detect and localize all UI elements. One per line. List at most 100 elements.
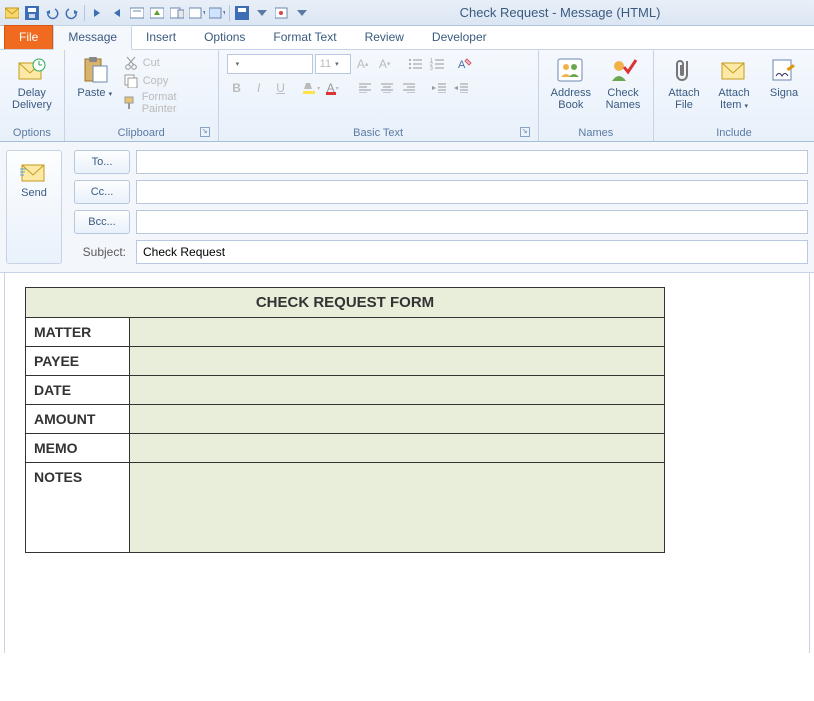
check-names-button[interactable]: Check Names (601, 54, 645, 113)
form-label-amount: AMOUNT (26, 405, 130, 434)
underline-button[interactable]: U (271, 78, 291, 98)
paste-button[interactable]: Paste ▾ (73, 54, 117, 103)
group-label-basic-text: Basic Text↘ (227, 125, 530, 139)
copy-button[interactable]: Copy (123, 72, 210, 90)
undo-icon[interactable] (44, 5, 60, 21)
send-button[interactable]: Send (6, 150, 62, 264)
group-label-names: Names (547, 125, 645, 139)
delay-delivery-button[interactable]: Delay Delivery (8, 54, 56, 113)
check-names-icon (607, 56, 639, 84)
tab-developer[interactable]: Developer (418, 26, 501, 49)
form-value-memo[interactable] (130, 434, 665, 463)
format-painter-button[interactable]: Format Painter (123, 90, 210, 116)
attach-file-button[interactable]: Attach File (662, 54, 706, 113)
form-label-memo: MEMO (26, 434, 130, 463)
subject-label: Subject: (74, 245, 130, 259)
window-title: Check Request - Message (HTML) (310, 5, 810, 20)
tab-review[interactable]: Review (351, 26, 418, 49)
font-color-button[interactable]: A▾ (323, 78, 343, 98)
align-center-button[interactable] (377, 78, 397, 98)
form-label-date: DATE (26, 376, 130, 405)
bold-button[interactable]: B (227, 78, 247, 98)
form-value-date[interactable] (130, 376, 665, 405)
grow-font-button[interactable]: A▴ (353, 54, 373, 74)
attach-item-button[interactable]: Attach Item ▾ (712, 54, 756, 115)
form-label-payee: PAYEE (26, 347, 130, 376)
cc-button[interactable]: Cc... (74, 180, 130, 204)
paste-icon (79, 56, 111, 84)
cut-button[interactable]: Cut (123, 54, 210, 72)
attach-file-icon (668, 56, 700, 84)
ribbon-tabstrip: File Message Insert Options Format Text … (0, 26, 814, 50)
next-item-icon[interactable] (109, 5, 125, 21)
numbering-button[interactable]: 123 (427, 54, 447, 74)
previous-item-icon[interactable] (89, 5, 105, 21)
group-options: Delay Delivery Options (0, 50, 65, 141)
basic-text-dialog-launcher[interactable]: ↘ (520, 127, 530, 137)
to-field[interactable] (136, 150, 808, 174)
app-icon (4, 5, 20, 21)
tab-format-text[interactable]: Format Text (259, 26, 350, 49)
bullets-button[interactable] (405, 54, 425, 74)
copy-icon (123, 73, 139, 89)
qat-dropdown-2[interactable] (209, 5, 225, 21)
group-label-clipboard: Clipboard↘ (73, 125, 210, 139)
save-icon[interactable] (24, 5, 40, 21)
svg-text:3: 3 (430, 66, 433, 70)
form-value-matter[interactable] (130, 318, 665, 347)
bcc-button[interactable]: Bcc... (74, 210, 130, 234)
italic-button[interactable]: I (249, 78, 269, 98)
cc-field[interactable] (136, 180, 808, 204)
attach-item-icon (718, 56, 750, 84)
send-icon (20, 161, 48, 183)
bcc-field[interactable] (136, 210, 808, 234)
decrease-indent-button[interactable] (429, 78, 449, 98)
increase-indent-button[interactable] (451, 78, 471, 98)
tab-file[interactable]: File (4, 25, 53, 49)
qat-divider (84, 5, 85, 21)
tab-insert[interactable]: Insert (132, 26, 190, 49)
check-request-table: CHECK REQUEST FORM MATTER PAYEE DATE AMO… (25, 287, 665, 553)
chevron-down-icon: ▾ (744, 103, 748, 110)
qat-dropdown-1[interactable] (189, 5, 205, 21)
redo-icon[interactable] (64, 5, 80, 21)
chevron-down-icon: ▾ (109, 91, 113, 98)
qat-btn-2[interactable] (149, 5, 165, 21)
qat-save2-icon[interactable] (234, 5, 250, 21)
group-label-include: Include (662, 125, 806, 139)
clipboard-dialog-launcher[interactable]: ↘ (200, 127, 210, 137)
address-book-button[interactable]: Address Book (547, 54, 595, 113)
qat-btn-4[interactable] (274, 5, 290, 21)
align-right-button[interactable] (399, 78, 419, 98)
to-button[interactable]: To... (74, 150, 130, 174)
ribbon: Delay Delivery Options Paste ▾ Cut Copy (0, 50, 814, 142)
shrink-font-button[interactable]: A▾ (375, 54, 395, 74)
tab-message[interactable]: Message (53, 25, 132, 50)
highlight-button[interactable]: ▾ (301, 78, 321, 98)
font-name-combo[interactable]: ▾ (227, 54, 313, 74)
qat-customize-icon[interactable] (294, 5, 310, 21)
clear-formatting-button[interactable]: A (455, 54, 475, 74)
form-value-payee[interactable] (130, 347, 665, 376)
subject-field[interactable] (136, 240, 808, 264)
group-label-options: Options (8, 125, 56, 139)
qat-btn-3[interactable] (169, 5, 185, 21)
message-body[interactable]: CHECK REQUEST FORM MATTER PAYEE DATE AMO… (4, 273, 810, 653)
tab-options[interactable]: Options (190, 26, 259, 49)
form-value-notes[interactable] (130, 463, 665, 553)
group-names: Address Book Check Names Names (539, 50, 654, 141)
cut-icon (123, 55, 139, 71)
format-painter-icon (123, 95, 138, 111)
qat-btn-1[interactable] (129, 5, 145, 21)
signature-button[interactable]: Signa (762, 54, 806, 101)
group-basic-text: ▾ 11▾ A▴ A▾ 123 A B I U ▾ A▾ (219, 50, 539, 141)
group-include: Attach File Attach Item ▾ Signa Include (654, 50, 814, 141)
qat-dropdown-3[interactable] (254, 5, 270, 21)
quick-access-toolbar (4, 5, 310, 21)
message-header: Send To... Cc... Bcc... Subject: (0, 142, 814, 273)
address-book-icon (555, 56, 587, 84)
form-value-amount[interactable] (130, 405, 665, 434)
group-clipboard: Paste ▾ Cut Copy Format Painter Clipboar… (65, 50, 219, 141)
align-left-button[interactable] (355, 78, 375, 98)
font-size-combo[interactable]: 11▾ (315, 54, 351, 74)
